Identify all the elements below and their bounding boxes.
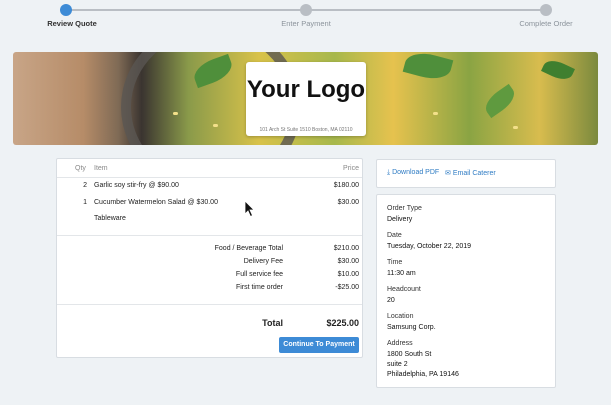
envelope-icon: ✉ (445, 170, 451, 177)
location-label: Location (387, 313, 414, 320)
continue-to-payment-button[interactable]: Continue To Payment (279, 337, 359, 353)
actions-panel: ⤓ Download PDF ✉ Email Caterer (376, 159, 556, 188)
step-line-left (66, 9, 306, 11)
step-dot-review-quote[interactable] (60, 4, 72, 16)
step-dot-enter-payment[interactable] (300, 4, 312, 16)
item-header: Item (94, 165, 108, 172)
item-qty: 1 (83, 199, 87, 206)
grain-decoration (513, 126, 518, 129)
email-caterer-label: Email Caterer (452, 170, 496, 177)
step-label-complete-order: Complete Order (519, 19, 573, 28)
step-dot-complete-order[interactable] (540, 4, 552, 16)
headcount-value: 20 (387, 297, 395, 304)
fee-value: $210.00 (333, 245, 359, 252)
address-line: suite 2 (387, 361, 408, 368)
time-value: 11:30 am (387, 270, 416, 277)
date-label: Date (387, 232, 402, 239)
hero-banner: Your Logo 101 Arch St Suite 1510 Boston,… (13, 52, 598, 145)
fee-value: $30.00 (337, 258, 359, 265)
order-type-value: Delivery (387, 216, 413, 223)
item-price: $30.00 (337, 199, 359, 206)
date-value: Tuesday, October 22, 2019 (387, 243, 472, 250)
mouse-cursor-icon (244, 200, 255, 218)
time-label: Time (387, 259, 403, 266)
logo-text: Your Logo (246, 76, 366, 103)
leaf-decoration (402, 52, 454, 84)
download-pdf-label: Download PDF (392, 169, 440, 176)
email-caterer-link[interactable]: ✉ Email Caterer (445, 169, 496, 177)
address-label: Address (387, 340, 413, 347)
logo-address: 101 Arch St Suite 1510 Boston, MA 02110 (259, 127, 353, 133)
leaf-decoration (480, 83, 520, 119)
total-label: Total (262, 318, 283, 328)
item-name: Garlic soy stir-fry @ $90.00 (94, 182, 179, 189)
fee-label: Full service fee (235, 271, 283, 278)
address-line: Philadelphia, PA 19146 (387, 371, 459, 378)
header-divider (57, 177, 362, 178)
grain-decoration (173, 112, 178, 115)
leaf-decoration (541, 56, 575, 84)
step-line-right (306, 9, 546, 11)
address-line: 1800 South St (387, 351, 432, 358)
order-type-label: Order Type (387, 205, 422, 212)
quote-panel: Qty Item Price 2 Garlic soy stir-fry @ $… (56, 158, 363, 358)
progress-stepper: Review Quote Enter Payment Complete Orde… (0, 0, 611, 36)
fee-label: Food / Beverage Total (214, 245, 283, 252)
price-header: Price (343, 165, 359, 172)
order-details-panel: Order Type Delivery Date Tuesday, Octobe… (376, 194, 556, 388)
step-label-review-quote: Review Quote (47, 19, 97, 28)
grain-decoration (433, 112, 438, 115)
item-price: $180.00 (333, 182, 359, 189)
headcount-label: Headcount (387, 286, 421, 293)
download-pdf-link[interactable]: ⤓ Download PDF (387, 169, 439, 177)
item-name: Cucumber Watermelon Salad @ $30.00 (94, 199, 218, 206)
fee-label: First time order (235, 284, 283, 291)
location-value: Samsung Corp. (387, 324, 436, 331)
items-divider (57, 235, 362, 236)
qty-header: Qty (75, 165, 86, 172)
grain-decoration (213, 124, 218, 127)
logo-card: Your Logo 101 Arch St Suite 1510 Boston,… (246, 62, 366, 136)
fee-value: -$25.00 (335, 284, 359, 291)
step-label-enter-payment: Enter Payment (281, 19, 331, 28)
total-value: $225.00 (326, 318, 359, 328)
fee-label: Delivery Fee (243, 258, 283, 265)
download-icon: ⤓ (387, 169, 391, 176)
fees-divider (57, 304, 362, 305)
fee-value: $10.00 (337, 271, 359, 278)
item-qty: 2 (83, 182, 87, 189)
item-name: Tableware (94, 215, 126, 222)
